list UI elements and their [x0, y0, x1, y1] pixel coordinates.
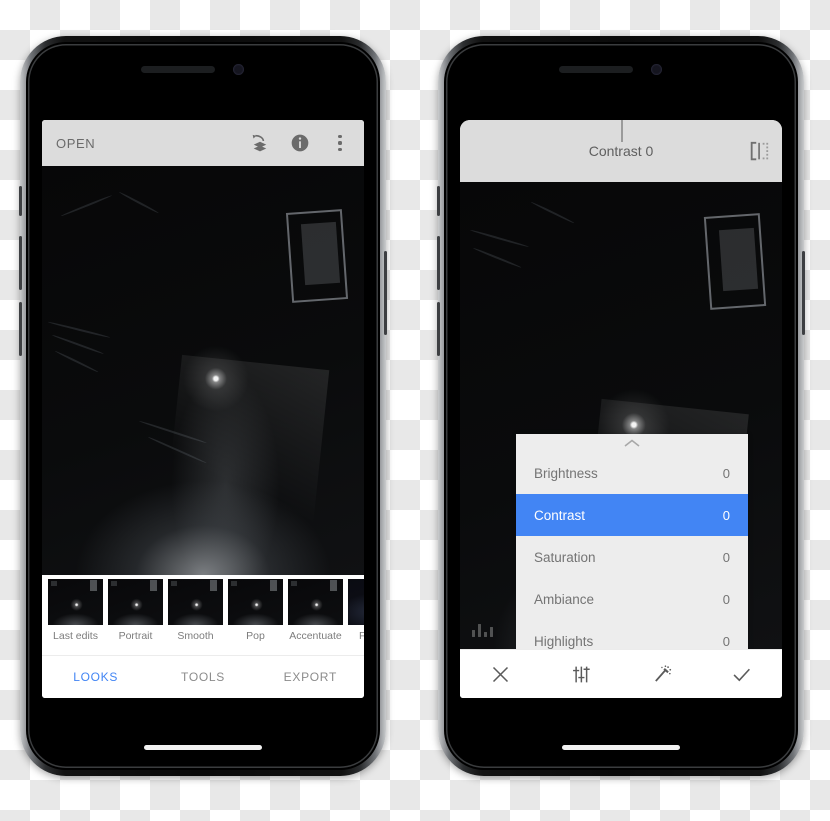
- adjustment-item-brightness[interactable]: Brightness 0: [516, 452, 748, 494]
- tune-button[interactable]: [541, 664, 622, 685]
- close-icon: [492, 666, 508, 682]
- adjustment-rows: Brightness 0 Contrast 0 Saturation 0 Amb…: [516, 452, 748, 649]
- adjustment-value: 0: [722, 465, 730, 481]
- look-thumbnail: [288, 579, 343, 625]
- phone-screen-bezel-left: OPEN Last edits Portrait Smooth Pop Acce…: [26, 42, 380, 770]
- auto-enhance-button[interactable]: [621, 664, 702, 685]
- front-camera-icon: [233, 64, 244, 75]
- look-label: Fad: [358, 630, 364, 642]
- apply-button[interactable]: [702, 664, 783, 685]
- phone-device-left: OPEN Last edits Portrait Smooth Pop Acce…: [19, 36, 387, 776]
- adjustment-menu[interactable]: Brightness 0 Contrast 0 Saturation 0 Amb…: [516, 434, 748, 649]
- adjustment-item-ambiance[interactable]: Ambiance 0: [516, 578, 748, 620]
- adjustment-label: Saturation: [534, 549, 596, 565]
- adjustment-label: Brightness: [534, 465, 598, 481]
- adjustment-item-contrast[interactable]: Contrast 0: [516, 494, 748, 536]
- home-indicator: [562, 745, 680, 750]
- tab-export[interactable]: EXPORT: [257, 670, 364, 684]
- chevron-up-icon[interactable]: [516, 434, 748, 452]
- app-screen-right: Contrast 0 Brightness 0 Contrast 0 Satur…: [460, 120, 782, 698]
- slider-tick-indicator: [621, 120, 623, 142]
- top-toolbar-left: OPEN: [42, 120, 364, 166]
- top-toolbar-icons: [250, 133, 350, 153]
- look-thumbnail: [168, 579, 223, 625]
- look-item[interactable]: Fad: [348, 579, 364, 642]
- cancel-button[interactable]: [460, 664, 541, 685]
- look-item[interactable]: Portrait: [108, 579, 163, 642]
- adjustment-value: 0: [722, 549, 730, 565]
- app-screen-left: OPEN Last edits Portrait Smooth Pop Acce…: [42, 120, 364, 698]
- look-thumbnail: [108, 579, 163, 625]
- adjustment-label: Ambiance: [534, 591, 595, 607]
- open-button[interactable]: OPEN: [56, 136, 95, 151]
- tab-tools[interactable]: TOOLS: [149, 670, 256, 684]
- volume-up-button[interactable]: [437, 236, 440, 290]
- look-label: Pop: [246, 630, 265, 642]
- front-camera-icon: [651, 64, 662, 75]
- look-label: Last edits: [53, 630, 98, 642]
- look-label: Accentuate: [289, 630, 342, 642]
- adjustment-value: 0: [722, 633, 730, 649]
- adjustment-value: 0: [722, 591, 730, 607]
- look-label: Portrait: [118, 630, 153, 642]
- adjustment-item-highlights[interactable]: Highlights 0: [516, 620, 748, 649]
- mute-switch[interactable]: [19, 186, 22, 216]
- magic-wand-icon: [654, 664, 671, 682]
- power-button[interactable]: [384, 251, 387, 335]
- photo-canvas-right[interactable]: Brightness 0 Contrast 0 Saturation 0 Amb…: [460, 182, 782, 649]
- look-thumbnail: [228, 579, 283, 625]
- adjustment-label: Highlights: [534, 633, 594, 649]
- adjustment-title: Contrast 0: [588, 143, 654, 159]
- power-button[interactable]: [802, 251, 805, 335]
- adjustment-label: Contrast: [534, 507, 586, 523]
- look-item[interactable]: Pop: [228, 579, 283, 642]
- check-icon: [733, 668, 751, 681]
- undo-layers-icon[interactable]: [250, 133, 270, 153]
- adjustment-item-saturation[interactable]: Saturation 0: [516, 536, 748, 578]
- top-toolbar-right: Contrast 0: [460, 120, 782, 182]
- volume-down-button[interactable]: [19, 302, 22, 356]
- window-pane-detail: [300, 222, 341, 286]
- bottom-nav-left: LOOKS TOOLS EXPORT: [42, 655, 364, 698]
- tab-looks[interactable]: LOOKS: [42, 670, 149, 684]
- light-beam-detail: [160, 355, 330, 574]
- look-item[interactable]: Accentuate: [288, 579, 343, 642]
- look-thumbnail: [348, 579, 364, 625]
- look-item[interactable]: Smooth: [168, 579, 223, 642]
- earpiece-speaker-icon: [559, 66, 633, 73]
- volume-up-button[interactable]: [19, 236, 22, 290]
- look-thumbnail: [48, 579, 103, 625]
- compare-split-icon[interactable]: [748, 141, 770, 161]
- look-item[interactable]: Last edits: [48, 579, 103, 642]
- info-icon[interactable]: [290, 133, 310, 153]
- window-pane-detail: [718, 227, 759, 291]
- look-label: Smooth: [177, 630, 214, 642]
- volume-down-button[interactable]: [437, 302, 440, 356]
- earpiece-speaker-icon: [141, 66, 215, 73]
- mute-switch[interactable]: [437, 186, 440, 216]
- histogram-icon[interactable]: [472, 623, 494, 637]
- photo-canvas-left[interactable]: [42, 166, 364, 575]
- sliders-icon: [573, 666, 590, 682]
- home-indicator: [144, 745, 262, 750]
- bottom-toolbar-right: [460, 649, 782, 698]
- looks-filmstrip[interactable]: Last edits Portrait Smooth Pop Accentuat…: [42, 575, 364, 655]
- phone-device-right: Contrast 0 Brightness 0 Contrast 0 Satur…: [437, 36, 805, 776]
- phone-screen-bezel-right: Contrast 0 Brightness 0 Contrast 0 Satur…: [444, 42, 798, 770]
- overflow-menu-icon[interactable]: [330, 135, 350, 151]
- adjustment-value: 0: [722, 507, 730, 523]
